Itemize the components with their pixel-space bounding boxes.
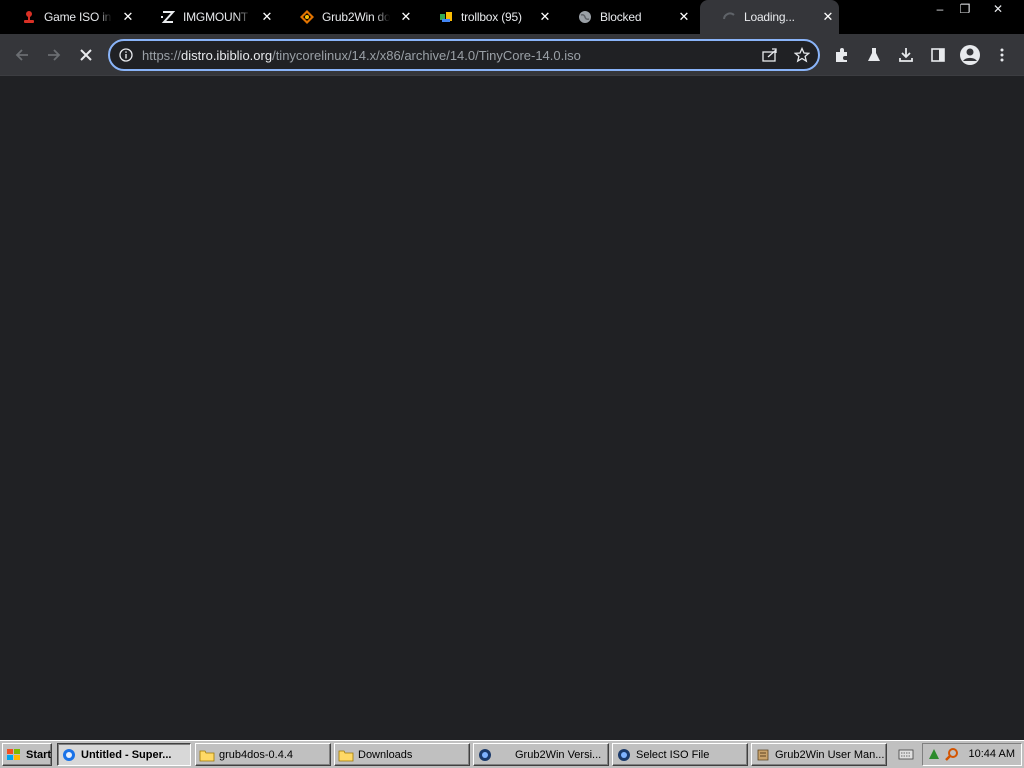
folder-icon <box>338 747 354 763</box>
browser-toolbar: https://distro.ibiblio.org/tinycorelinux… <box>0 34 1024 76</box>
spinner-icon <box>722 10 736 24</box>
system-tray: 10:44 AM <box>922 743 1022 766</box>
taskbar: Start Untitled - Super... grub4dos-0.4.4… <box>0 740 1024 768</box>
window-close-button[interactable]: ✕ <box>987 0 1009 18</box>
tab-imgmount[interactable]: IMGMOUNT - DOSBox ✕ <box>139 0 278 34</box>
close-icon[interactable]: ✕ <box>677 10 691 24</box>
tab-title: IMGMOUNT - DOSBox <box>183 10 251 24</box>
minimize-button[interactable]: – <box>929 0 951 18</box>
clock: 10:44 AM <box>968 748 1015 760</box>
url-text: https://distro.ibiblio.org/tinycorelinux… <box>142 48 581 63</box>
taskbar-button-label: Grub2Win Versi... <box>515 748 602 761</box>
puzzle-icon <box>836 48 847 62</box>
bookmark-star-icon[interactable] <box>793 46 811 68</box>
extensions-button[interactable] <box>830 43 854 67</box>
labs-button[interactable] <box>862 43 886 67</box>
taskbar-button-label: Select ISO File <box>636 748 710 761</box>
share-icon[interactable] <box>762 48 778 67</box>
site-info-icon[interactable] <box>119 48 133 62</box>
taskbar-button-user-manual[interactable]: Grub2Win User Man... <box>751 743 887 766</box>
taskbar-button-grub4dos[interactable]: grub4dos-0.4.4 <box>195 743 331 766</box>
taskbar-button-label: Untitled - Super... <box>81 748 172 761</box>
taskbar-button-select-iso[interactable]: Select ISO File <box>612 743 748 766</box>
back-button[interactable] <box>10 43 34 67</box>
search-icon[interactable] <box>945 747 959 766</box>
menu-button[interactable] <box>990 43 1014 67</box>
joystick-icon <box>22 10 36 24</box>
close-icon <box>80 49 92 61</box>
start-label: Start <box>26 748 52 761</box>
tab-game-iso[interactable]: Game ISO in DOSBox ✕ <box>0 0 139 34</box>
avatar-icon <box>960 45 980 65</box>
taskbar-button-label: grub4dos-0.4.4 <box>219 748 293 761</box>
close-icon[interactable]: ✕ <box>260 10 274 24</box>
taskbar-button-grub2win-version[interactable]: Grub2Win Versi... <box>473 743 609 766</box>
profile-button[interactable] <box>958 43 982 67</box>
tab-title: Loading... <box>744 10 795 24</box>
restore-button[interactable]: ❐ <box>954 0 976 18</box>
network-icon[interactable] <box>927 747 941 766</box>
tab-title: Grub2Win download <box>322 10 390 24</box>
forward-button[interactable] <box>42 43 66 67</box>
taskbar-button-downloads[interactable]: Downloads <box>334 743 470 766</box>
flask-icon <box>868 48 880 61</box>
kebab-menu-icon <box>1000 48 1004 62</box>
tab-loading[interactable]: Loading... ✕ <box>700 0 839 34</box>
url-path: /tinycorelinux/14.x/x86/archive/14.0/Tin… <box>272 48 581 63</box>
close-icon[interactable]: ✕ <box>121 10 135 24</box>
url-scheme: https:// <box>142 48 182 63</box>
side-panel-button[interactable] <box>926 43 950 67</box>
tab-title: Game ISO in DOSBox <box>44 10 112 24</box>
tab-title: Blocked <box>600 10 642 24</box>
grub2win-icon <box>477 747 493 763</box>
arrow-right-icon <box>48 49 61 61</box>
address-bar[interactable]: https://distro.ibiblio.org/tinycorelinux… <box>108 39 820 71</box>
grub2win-icon <box>616 747 632 763</box>
tab-blocked[interactable]: Blocked ✕ <box>556 0 695 34</box>
close-icon[interactable]: ✕ <box>821 10 835 24</box>
manual-icon <box>755 747 771 763</box>
tab-title: trollbox (95) <box>461 10 522 24</box>
downloads-button[interactable] <box>894 43 918 67</box>
keyboard-icon[interactable] <box>898 747 914 766</box>
windows-logo-icon <box>6 747 22 763</box>
side-panel-icon <box>931 48 945 62</box>
z-logo-icon <box>161 10 175 24</box>
trollbox-icon <box>439 10 453 24</box>
close-icon[interactable]: ✕ <box>399 10 413 24</box>
arrow-left-icon <box>15 49 28 61</box>
page-content <box>0 77 1024 741</box>
stop-loading-button[interactable] <box>74 43 98 67</box>
tab-trollbox[interactable]: trollbox (95) ✕ <box>417 0 556 34</box>
folder-icon <box>199 747 215 763</box>
taskbar-button-untitled[interactable]: Untitled - Super... <box>57 743 191 766</box>
url-host: distro.ibiblio.org <box>181 48 273 63</box>
start-button[interactable]: Start <box>2 743 52 766</box>
download-icon <box>899 48 913 62</box>
taskbar-button-label: Grub2Win User Man... <box>775 748 885 761</box>
app-icon <box>61 747 77 763</box>
tab-strip: Game ISO in DOSBox ✕ IMGMOUNT - DOSBox ✕… <box>0 0 1024 34</box>
globe-icon <box>578 10 592 24</box>
close-icon[interactable]: ✕ <box>538 10 552 24</box>
grub2win-icon <box>300 10 314 24</box>
taskbar-button-label: Downloads <box>358 748 413 761</box>
tab-grub2win-download[interactable]: Grub2Win download ✕ <box>278 0 417 34</box>
